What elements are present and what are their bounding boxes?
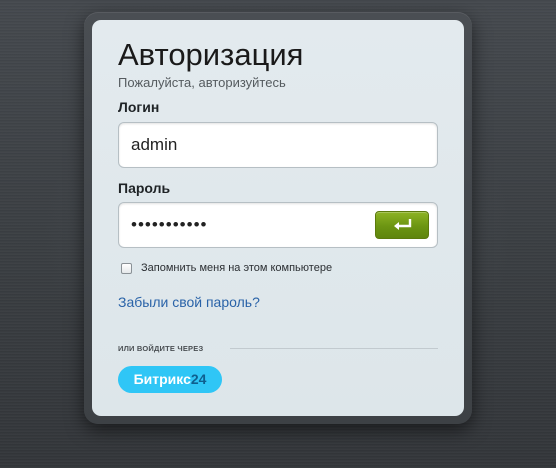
- login-submit-button[interactable]: [375, 211, 429, 239]
- page-title: Авторизация: [118, 37, 304, 72]
- or-login-via-label: ИЛИ ВОЙДИТЕ ЧЕРЕЗ: [118, 344, 204, 353]
- password-label: Пароль: [118, 180, 171, 196]
- page-subtitle: Пожалуйста, авторизуйтесь: [118, 75, 286, 90]
- divider-line: [230, 348, 438, 349]
- bitrix24-name: Битрикс: [133, 371, 191, 387]
- login-label: Логин: [118, 99, 160, 115]
- forgot-password-link[interactable]: Забыли свой пароль?: [118, 294, 260, 311]
- remember-me-checkbox[interactable]: [121, 263, 132, 274]
- remember-me-label: Запомнить меня на этом компьютере: [141, 262, 333, 274]
- login-input[interactable]: [118, 122, 438, 168]
- bitrix24-number: 24: [190, 371, 207, 387]
- remember-me-option[interactable]: Запомнить меня на этом компьютере: [121, 262, 332, 275]
- enter-arrow-icon: [394, 219, 412, 230]
- bitrix24-login-button[interactable]: Битрикс24: [118, 366, 222, 393]
